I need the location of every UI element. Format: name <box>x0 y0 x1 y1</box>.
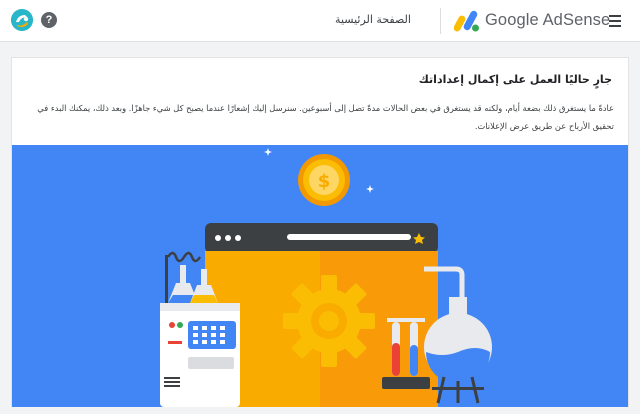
card-title: جارٍ حاليًا العمل على إكمال إعداداتك <box>418 73 612 86</box>
setup-illustration: $ <box>12 145 628 407</box>
account-avatar-icon[interactable] <box>11 9 33 31</box>
header-divider <box>440 8 441 34</box>
card-description: عادةً ما يستغرق ذلك بضعة أيام، ولكنه قد … <box>37 103 614 131</box>
adsense-logo-icon[interactable] <box>453 9 480 33</box>
setup-status-card: جارٍ حاليًا العمل على إكمال إعداداتك عاد… <box>11 57 629 407</box>
dollar-coin-icon: $ <box>298 154 350 206</box>
brand-name: Google AdSense <box>485 11 611 29</box>
top-app-bar: ? الصفحة الرئيسية Google AdSense <box>0 0 640 42</box>
home-link[interactable]: الصفحة الرئيسية <box>318 13 428 26</box>
hamburger-menu-icon[interactable] <box>606 12 626 30</box>
help-icon[interactable]: ? <box>41 12 57 28</box>
svg-text:$: $ <box>318 171 331 192</box>
